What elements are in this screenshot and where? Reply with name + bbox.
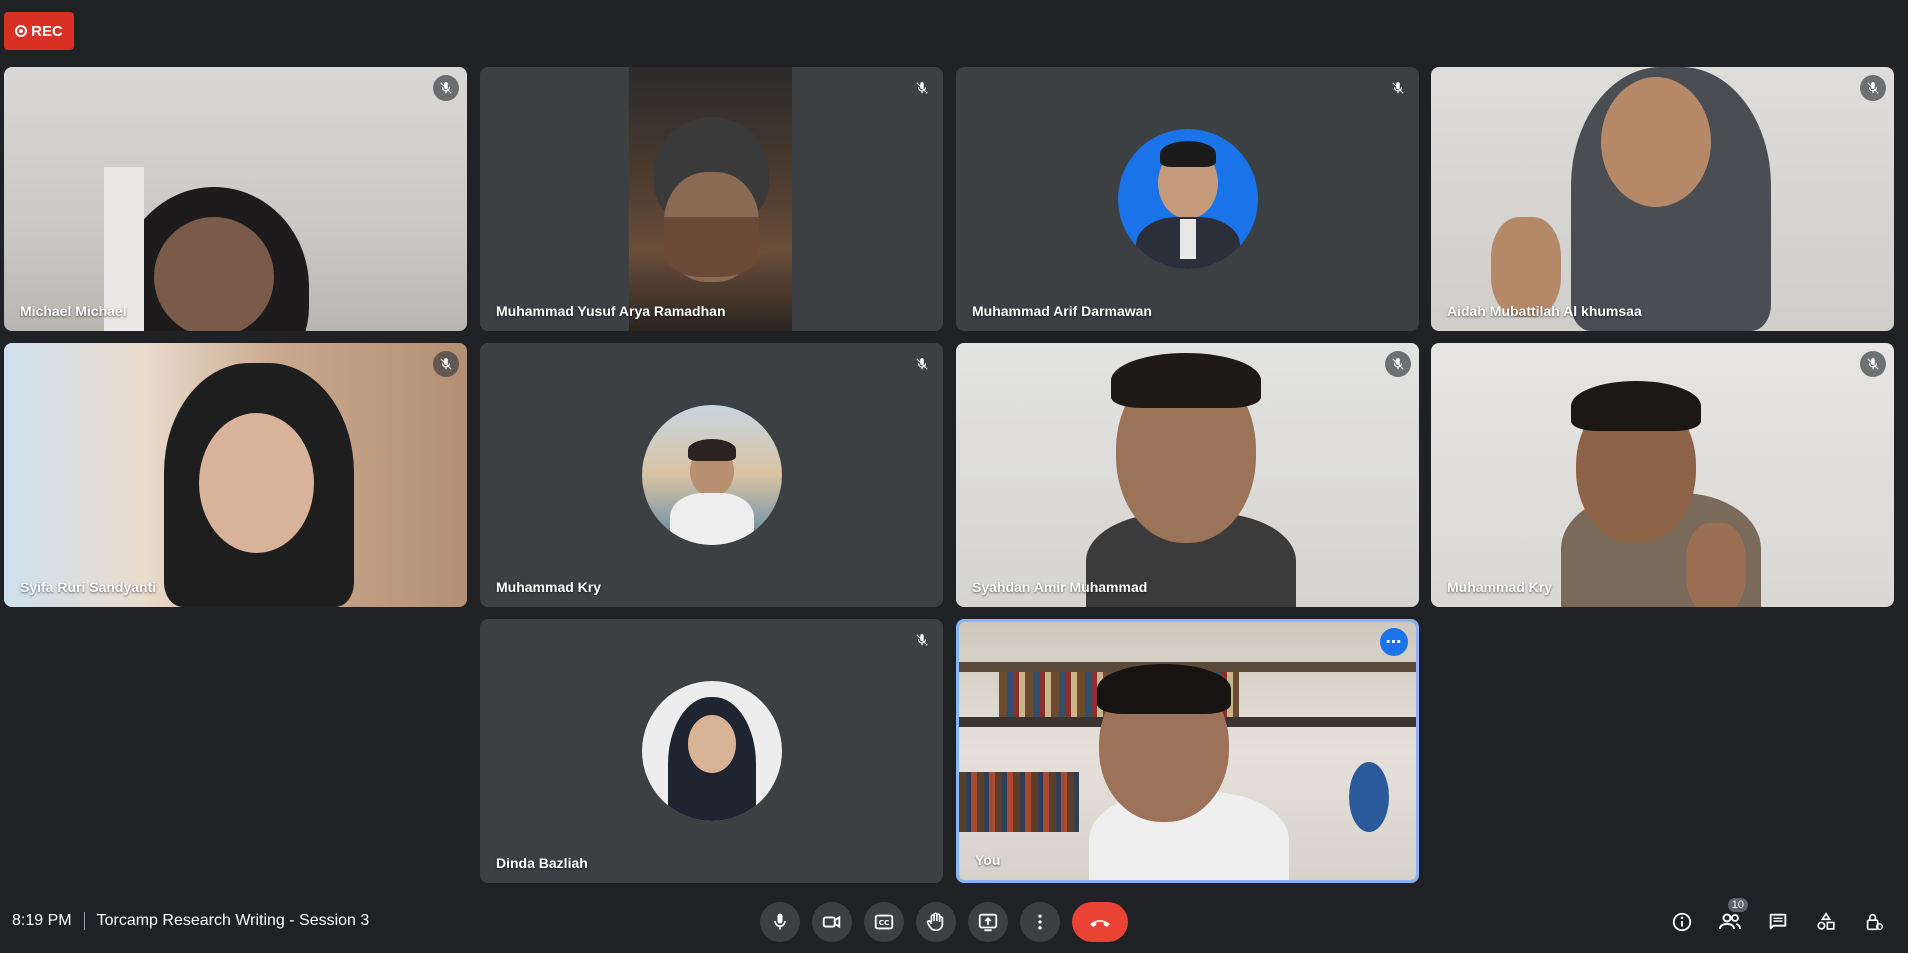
clock-time: 8:19 PM [12,912,72,929]
end-call-icon [1090,920,1110,927]
host-controls-icon [1866,913,1883,931]
meeting-info: 8:19 PM Torcamp Research Writing - Sessi… [12,912,369,930]
people-button[interactable]: 10 [1710,898,1750,942]
record-icon [15,25,28,37]
present-button[interactable] [968,902,1008,942]
mic-off-icon [909,351,935,377]
camera-button[interactable] [812,902,852,942]
participant-name: Muhammad Arif Darmawan [972,303,1152,319]
participant-name: Muhammad Kry [1447,579,1553,595]
present-icon [978,913,998,932]
recording-indicator: REC [4,12,74,50]
participant-tile[interactable]: Syifa Ruri Sandyanti [4,343,467,607]
activities-icon [1817,912,1835,930]
participant-tile[interactable]: Muhammad Kry [480,343,943,607]
more-vert-icon [1038,914,1042,930]
mic-off-icon [1860,75,1886,101]
participant-name: Syifa Ruri Sandyanti [20,579,157,595]
avatar [1117,129,1258,269]
mic-off-icon [1385,75,1411,101]
mic-off-icon [909,75,935,101]
participant-video [4,343,467,607]
activities-button[interactable] [1806,902,1846,942]
raise-hand-button[interactable] [916,902,956,942]
participant-video [1431,67,1894,331]
more-options-button[interactable] [1020,902,1060,942]
avatar [641,681,782,821]
mic-off-icon [909,627,935,653]
bottom-bar: 8:19 PM Torcamp Research Writing - Sessi… [0,893,1908,953]
mic-off-icon [433,351,459,377]
captions-icon: CC [874,914,894,930]
recording-label: REC [31,22,63,40]
participant-name: Muhammad Kry [496,579,602,595]
meeting-details-button[interactable] [1662,902,1702,942]
mic-button[interactable] [760,902,800,942]
participant-tile[interactable]: Syahdan Amir Muhammad [956,343,1419,607]
mic-off-icon [1860,351,1886,377]
mic-off-icon [433,75,459,101]
svg-text:CC: CC [879,918,890,927]
chat-button[interactable] [1758,902,1798,942]
participant-video [1431,343,1894,607]
side-controls: 10 [1662,898,1894,942]
participant-video [956,343,1419,607]
participant-tile[interactable]: Dinda Bazliah [480,619,943,883]
participant-video [480,67,943,331]
participant-name: Michael Michael [20,303,127,319]
leave-call-button[interactable] [1072,902,1128,942]
participant-video [959,622,1416,880]
captions-button[interactable]: CC [864,902,904,942]
participant-name: You [975,852,1001,868]
participant-name: Aidah Mubattilah Al khumsaa [1447,303,1642,319]
participant-grid: Michael Michael Muhammad Yusuf Arya Rama… [4,67,1894,883]
raise-hand-icon [926,912,944,932]
host-controls-button[interactable] [1854,902,1894,942]
camera-icon [822,915,841,929]
chat-icon [1769,913,1787,930]
mic-off-icon [1385,351,1411,377]
divider [83,912,85,930]
participant-name: Dinda Bazliah [496,855,588,871]
participant-tile[interactable]: Michael Michael [4,67,467,331]
participant-name: Muhammad Yusuf Arya Ramadhan [496,303,726,319]
participant-count-badge: 10 [1727,898,1748,912]
participant-tile[interactable]: Muhammad Kry [1431,343,1894,607]
participant-tile-self[interactable]: ⋯ You [956,619,1419,883]
mic-icon [774,913,786,930]
meeting-title: Torcamp Research Writing - Session 3 [96,912,370,929]
participant-tile[interactable]: Muhammad Arif Darmawan [956,67,1419,331]
people-icon [1719,913,1741,930]
participant-name: Syahdan Amir Muhammad [972,579,1148,595]
avatar [641,405,782,545]
participant-tile[interactable]: Muhammad Yusuf Arya Ramadhan [480,67,943,331]
call-controls: CC [760,902,1128,942]
more-options-button[interactable]: ⋯ [1380,628,1408,656]
participant-video [4,67,467,331]
info-icon [1672,912,1692,932]
participant-tile[interactable]: Aidah Mubattilah Al khumsaa [1431,67,1894,331]
